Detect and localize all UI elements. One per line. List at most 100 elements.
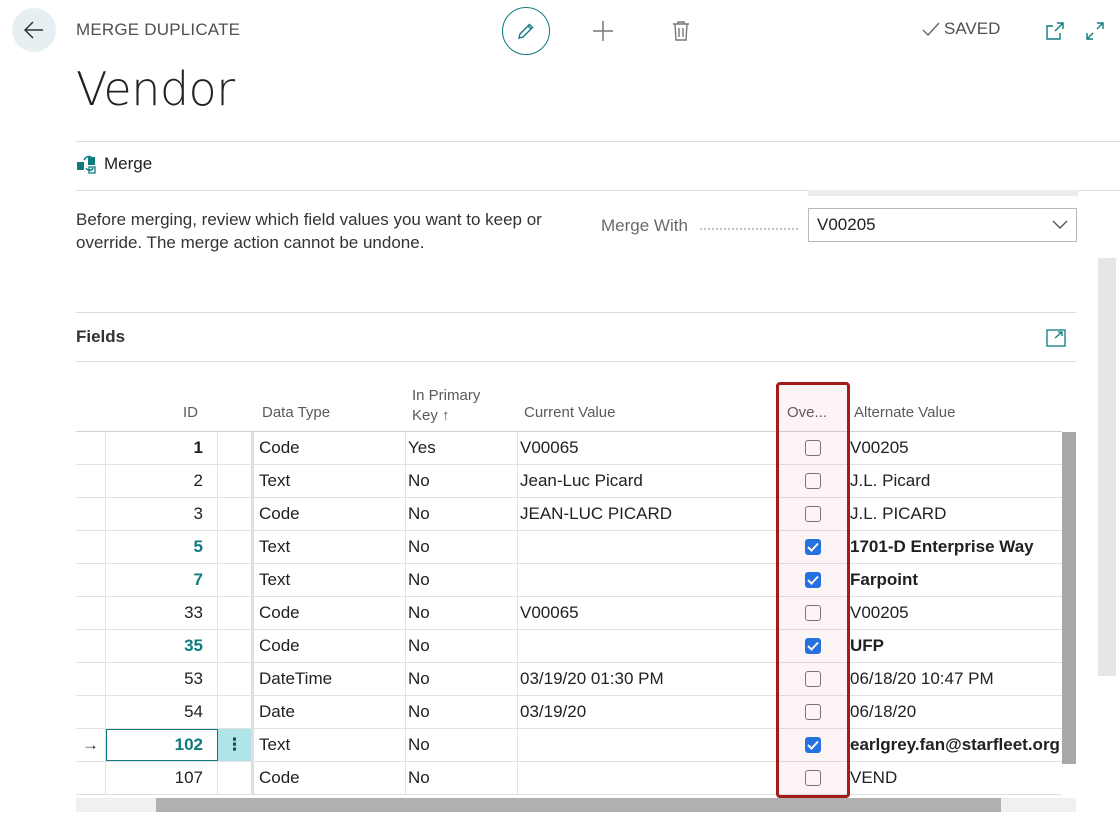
cell-id[interactable]: 1 [106,432,218,464]
col-header-alternate-value[interactable]: Alternate Value [854,404,955,421]
table-row[interactable]: 2 Text No Jean-Luc Picard J.L. Picard [76,465,1062,498]
row-menu-cell[interactable] [218,597,254,629]
cell-data-type[interactable]: Text [257,564,406,596]
cell-current-value[interactable]: 03/19/20 [518,696,776,728]
table-row[interactable]: 3 Code No JEAN-LUC PICARD J.L. PICARD [76,498,1062,531]
cell-primary-key[interactable]: No [406,696,518,728]
row-menu-cell[interactable] [218,762,254,794]
cell-current-value[interactable]: V00065 [518,597,776,629]
row-selector[interactable] [76,696,106,728]
cell-primary-key[interactable]: No [406,531,518,563]
table-row[interactable]: 107 Code No VEND [76,762,1062,795]
cell-current-value[interactable]: Jean-Luc Picard [518,465,776,497]
row-selector[interactable] [76,630,106,662]
cell-data-type[interactable]: Code [257,597,406,629]
cell-data-type[interactable]: Code [257,498,406,530]
grid-vertical-scrollbar[interactable] [1062,432,1076,764]
table-row[interactable]: → 102 ⋮ Text No earlgrey.fan@starfleet.org [76,729,1062,762]
cell-current-value[interactable] [518,564,776,596]
cell-data-type[interactable]: DateTime [257,663,406,695]
cell-alternate-value[interactable]: VEND [850,762,1062,794]
row-selector[interactable]: → [76,729,106,761]
cell-alternate-value[interactable]: Farpoint [850,564,1062,596]
row-menu-cell[interactable] [218,531,254,563]
col-header-data-type[interactable]: Data Type [262,404,330,421]
table-row[interactable]: 35 Code No UFP [76,630,1062,663]
col-header-id[interactable]: ID [183,404,198,421]
cell-id[interactable]: 53 [106,663,218,695]
row-selector[interactable] [76,432,106,464]
cell-data-type[interactable]: Code [257,432,406,464]
new-button[interactable] [588,16,618,46]
cell-current-value[interactable] [518,630,776,662]
cell-primary-key[interactable]: No [406,630,518,662]
row-menu-cell[interactable] [218,630,254,662]
row-menu-cell[interactable] [218,498,254,530]
row-menu-cell[interactable] [218,564,254,596]
cell-current-value[interactable]: 03/19/20 01:30 PM [518,663,776,695]
row-menu-cell[interactable] [218,663,254,695]
cell-data-type[interactable]: Text [257,729,406,761]
cell-data-type[interactable]: Code [257,630,406,662]
row-selector[interactable] [76,564,106,596]
cell-alternate-value[interactable]: J.L. Picard [850,465,1062,497]
row-selector[interactable] [76,597,106,629]
expand-button[interactable] [1082,18,1108,44]
cell-id[interactable]: 3 [106,498,218,530]
back-button[interactable] [12,8,56,52]
cell-primary-key[interactable]: No [406,663,518,695]
cell-alternate-value[interactable]: UFP [850,630,1062,662]
col-header-primary-key[interactable]: In Primary Key ↑ [412,386,480,426]
table-row[interactable]: 54 Date No 03/19/20 06/18/20 [76,696,1062,729]
cell-alternate-value[interactable]: V00205 [850,432,1062,464]
cell-data-type[interactable]: Text [257,531,406,563]
delete-button[interactable] [666,16,696,46]
row-selector[interactable] [76,531,106,563]
cell-primary-key[interactable]: No [406,564,518,596]
cell-alternate-value[interactable]: earlgrey.fan@starfleet.org [850,729,1062,761]
cell-id[interactable]: 102 [106,729,218,761]
cell-id[interactable]: 35 [106,630,218,662]
cell-alternate-value[interactable]: 1701-D Enterprise Way [850,531,1062,563]
row-menu-cell[interactable] [218,696,254,728]
cell-data-type[interactable]: Code [257,762,406,794]
row-selector[interactable] [76,762,106,794]
row-menu-cell[interactable] [218,432,254,464]
col-header-current-value[interactable]: Current Value [524,404,615,421]
row-menu-cell[interactable] [218,465,254,497]
cell-id[interactable]: 2 [106,465,218,497]
cell-current-value[interactable] [518,531,776,563]
row-selector[interactable] [76,465,106,497]
cell-id[interactable]: 54 [106,696,218,728]
cell-primary-key[interactable]: Yes [406,432,518,464]
merge-with-dropdown[interactable]: V00205 [808,208,1077,242]
cell-current-value[interactable] [518,729,776,761]
page-scrollbar[interactable] [1098,258,1116,676]
cell-current-value[interactable]: V00065 [518,432,776,464]
cell-primary-key[interactable]: No [406,762,518,794]
cell-id[interactable]: 33 [106,597,218,629]
cell-current-value[interactable] [518,762,776,794]
cell-primary-key[interactable]: No [406,597,518,629]
fields-expand-button[interactable] [1044,326,1068,350]
row-selector[interactable] [76,498,106,530]
merge-action[interactable]: Merge [76,154,152,174]
cell-id[interactable]: 5 [106,531,218,563]
table-row[interactable]: 7 Text No Farpoint [76,564,1062,597]
edit-button[interactable] [502,7,550,55]
table-row[interactable]: 33 Code No V00065 V00205 [76,597,1062,630]
table-row[interactable]: 53 DateTime No 03/19/20 01:30 PM 06/18/20 10… [76,663,1062,696]
cell-current-value[interactable]: JEAN-LUC PICARD [518,498,776,530]
cell-alternate-value[interactable]: 06/18/20 10:47 PM [850,663,1062,695]
cell-alternate-value[interactable]: J.L. PICARD [850,498,1062,530]
row-menu-cell[interactable]: ⋮ [218,729,254,761]
cell-data-type[interactable]: Date [257,696,406,728]
cell-id[interactable]: 107 [106,762,218,794]
cell-primary-key[interactable]: No [406,498,518,530]
open-new-window-button[interactable] [1042,18,1068,44]
cell-primary-key[interactable]: No [406,729,518,761]
table-row[interactable]: 1 Code Yes V00065 V00205 [76,432,1062,465]
cell-alternate-value[interactable]: V00205 [850,597,1062,629]
cell-id[interactable]: 7 [106,564,218,596]
cell-alternate-value[interactable]: 06/18/20 [850,696,1062,728]
